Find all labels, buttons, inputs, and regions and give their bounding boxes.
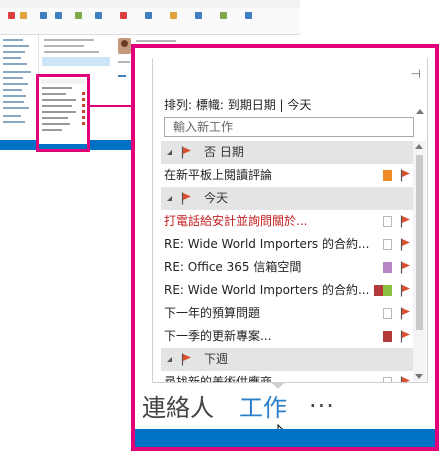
status-bar: [135, 429, 435, 447]
task-row[interactable]: 尋找新的美術供應商: [161, 371, 415, 383]
task-row[interactable]: RE: Wide World Importers 的合約...: [161, 233, 415, 256]
flag-icon[interactable]: [400, 169, 411, 182]
task-subject: RE: Office 365 信箱空間: [164, 260, 302, 274]
nav-contacts[interactable]: 連絡人: [142, 394, 214, 422]
task-group-label: 否 日期: [204, 145, 244, 159]
task-row[interactable]: RE: Office 365 信箱空間: [161, 256, 415, 279]
task-group-header[interactable]: 下週: [161, 348, 415, 371]
task-subject: RE: Wide World Importers 的合約...: [164, 283, 369, 297]
task-subject: RE: Wide World Importers 的合約...: [164, 237, 369, 251]
pin-icon[interactable]: ⊣: [411, 68, 421, 80]
collapse-triangle-icon[interactable]: [167, 196, 172, 201]
flag-icon[interactable]: [400, 284, 411, 297]
nav-more-options[interactable]: ···: [309, 392, 335, 420]
task-row[interactable]: 下一季的更新專案...: [161, 325, 415, 348]
scroll-up-arrow-top[interactable]: [416, 109, 424, 114]
task-group-header[interactable]: 今天: [161, 187, 415, 210]
flag-icon[interactable]: [400, 307, 411, 320]
flag-icon[interactable]: [181, 192, 192, 205]
flag-icon[interactable]: [400, 215, 411, 228]
scroll-up-arrow[interactable]: [415, 144, 423, 149]
collapse-triangle-icon[interactable]: [167, 150, 172, 155]
nav-tasks[interactable]: 工作: [239, 394, 287, 422]
task-row[interactable]: RE: Wide World Importers 的合約...: [161, 279, 415, 302]
category-box[interactable]: [383, 308, 392, 319]
category-box[interactable]: [383, 377, 392, 382]
category-color-box[interactable]: [383, 262, 392, 273]
collapse-triangle-icon[interactable]: [167, 357, 172, 362]
category-box[interactable]: [383, 216, 392, 227]
task-subject: 在新平板上閱讀評論: [164, 168, 273, 182]
task-row[interactable]: 在新平板上閱讀評論: [161, 164, 415, 187]
vertical-scrollbar[interactable]: [413, 141, 426, 381]
task-subject: 打電話給安計並詢問關於...: [164, 214, 308, 228]
new-task-input[interactable]: [164, 117, 414, 137]
ribbon: [0, 8, 300, 35]
task-group-header[interactable]: 否 日期: [161, 141, 415, 164]
flag-icon[interactable]: [400, 238, 411, 251]
category-box[interactable]: [383, 239, 392, 250]
flag-icon[interactable]: [400, 261, 411, 274]
category-color-box[interactable]: [383, 170, 392, 181]
arrange-by-label[interactable]: 排列: 標幟: 到期日期 | 今天: [164, 99, 311, 111]
task-row[interactable]: 打電話給安計並詢問關於...: [161, 210, 415, 233]
scroll-down-arrow[interactable]: [415, 374, 423, 379]
task-group-label: 今天: [204, 191, 229, 205]
task-subject: 尋找新的美術供應商: [164, 375, 273, 383]
task-row[interactable]: 下一年的預算問題: [161, 302, 415, 325]
contact-photo: [118, 38, 131, 54]
flag-icon[interactable]: [181, 353, 192, 366]
navigation-bar: 連絡人 工作 ···: [135, 388, 435, 444]
flag-icon[interactable]: [400, 376, 411, 383]
zoomed-callout: ⊣ 排列: 標幟: 到期日期 | 今天 否 日期在新平板上閱讀評論今天打電話給安…: [131, 44, 439, 451]
task-pane-thumbnail: [36, 74, 90, 152]
task-list: 否 日期在新平板上閱讀評論 今天打電話給安計並詢問關於... RE: Wide Wo…: [161, 141, 415, 383]
flag-icon[interactable]: [400, 330, 411, 343]
category-color-box[interactable]: [374, 285, 392, 296]
task-subject: 下一年的預算問題: [164, 306, 261, 320]
category-color-box[interactable]: [383, 331, 392, 342]
scroll-thumb[interactable]: [416, 155, 423, 330]
task-group-label: 下週: [204, 352, 229, 366]
flag-icon[interactable]: [181, 146, 192, 159]
folder-pane: [0, 35, 39, 150]
task-peek-panel: ⊣ 排列: 標幟: 到期日期 | 今天 否 日期在新平板上閱讀評論今天打電話給安…: [152, 58, 428, 383]
task-subject: 下一季的更新專案...: [164, 329, 272, 343]
message-list: [40, 35, 112, 75]
